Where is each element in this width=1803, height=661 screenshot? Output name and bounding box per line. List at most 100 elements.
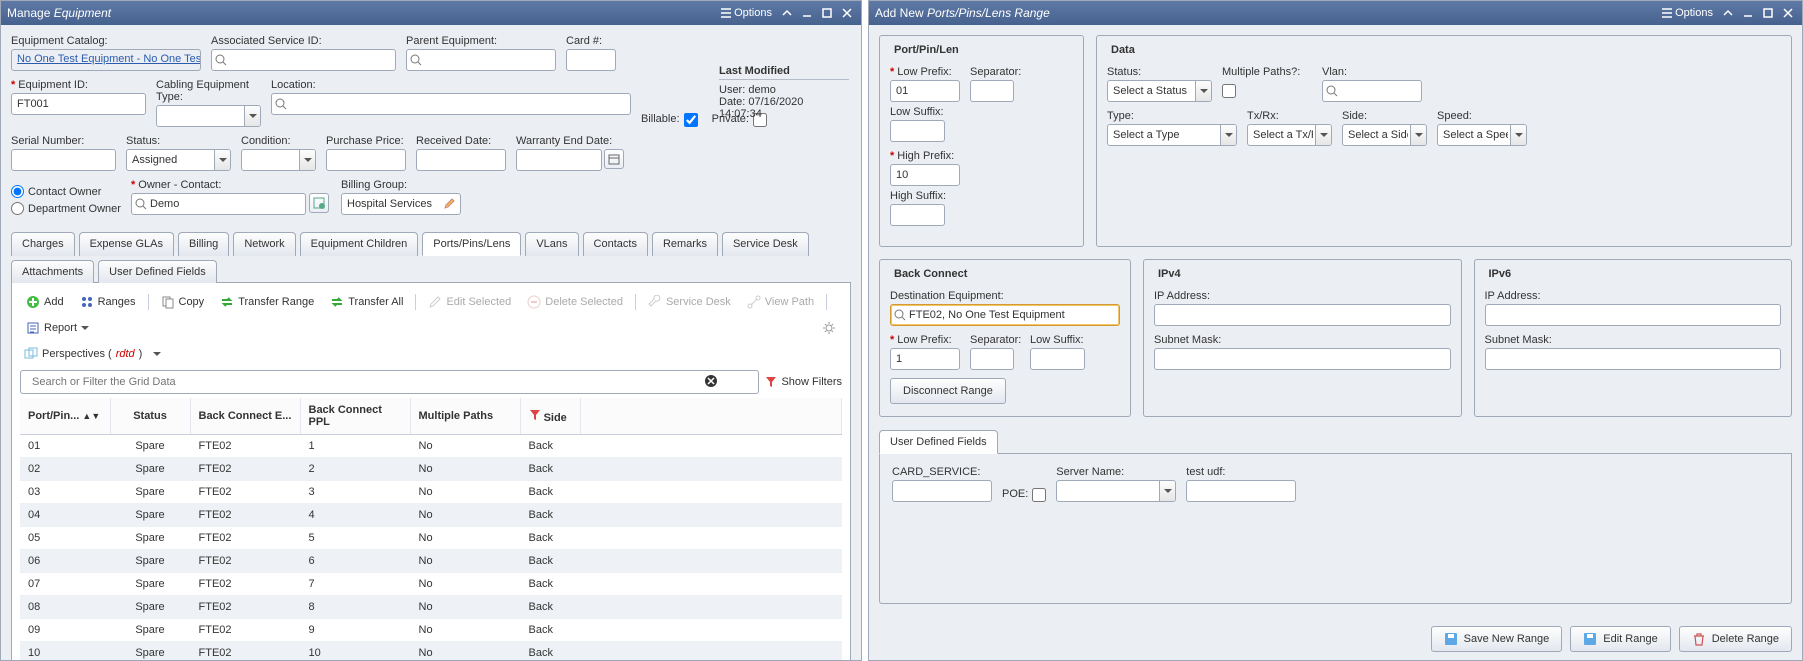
received-date-input[interactable] — [416, 149, 506, 171]
report-button[interactable]: Report — [22, 319, 93, 337]
serial-number-input[interactable] — [11, 149, 116, 171]
department-owner-radio[interactable] — [11, 202, 24, 215]
table-row[interactable]: 04SpareFTE024NoBack — [20, 504, 842, 527]
edit-range-button[interactable]: Edit Range — [1570, 626, 1670, 652]
grid-filter-input[interactable] — [27, 371, 734, 393]
disconnect-range-button[interactable]: Disconnect Range — [890, 378, 1006, 404]
delete-selected-button[interactable]: Delete Selected — [523, 293, 627, 311]
bc-low-prefix-input[interactable] — [890, 348, 960, 370]
associated-service-id-input[interactable] — [211, 49, 396, 71]
card-number-input[interactable] — [566, 49, 616, 71]
col-back-connect-eq[interactable]: Back Connect E... — [190, 398, 300, 435]
tab-service-desk[interactable]: Service Desk — [722, 232, 809, 256]
perspectives-button[interactable]: Perspectives (rdtd) — [20, 345, 165, 363]
low-suffix-input[interactable] — [890, 120, 945, 142]
col-side[interactable]: Side — [520, 398, 580, 435]
tab-network[interactable]: Network — [233, 232, 295, 256]
chevron-down-icon[interactable] — [299, 150, 315, 170]
col-back-connect-ppl[interactable]: Back Connect PPL — [300, 398, 410, 435]
equipment-catalog-link[interactable]: No One Test Equipment - No One Test Equ.… — [11, 49, 201, 71]
bc-separator-input[interactable] — [970, 348, 1014, 370]
col-port-pin[interactable]: Port/Pin... ▲▼ — [20, 398, 110, 435]
tab-equipment-children[interactable]: Equipment Children — [300, 232, 419, 256]
tab-contacts[interactable]: Contacts — [583, 232, 648, 256]
tab-vlans[interactable]: VLans — [525, 232, 578, 256]
test-udf-input[interactable] — [1186, 480, 1296, 502]
transfer-range-button[interactable]: Transfer Range — [216, 293, 318, 311]
table-row[interactable]: 05SpareFTE025NoBack — [20, 527, 842, 550]
options-dropdown[interactable]: Options — [718, 5, 775, 21]
minimize-button[interactable] — [1740, 6, 1756, 20]
chevron-down-icon[interactable] — [1220, 125, 1236, 145]
add-button[interactable]: Add — [22, 293, 68, 311]
parent-equipment-input[interactable] — [406, 49, 556, 71]
multiple-paths-checkbox[interactable] — [1222, 84, 1236, 98]
ipv6-subnet-input[interactable] — [1485, 348, 1782, 370]
table-row[interactable]: 09SpareFTE029NoBack — [20, 619, 842, 642]
col-multiple-paths[interactable]: Multiple Paths — [410, 398, 520, 435]
tab-user-defined-fields[interactable]: User Defined Fields — [879, 430, 998, 454]
warranty-end-date-input[interactable] — [516, 149, 602, 171]
owner-action-button[interactable] — [309, 193, 329, 213]
grid-settings-button[interactable] — [818, 319, 840, 337]
high-prefix-input[interactable] — [890, 164, 960, 186]
col-status[interactable]: Status — [110, 398, 190, 435]
owner-contact-input[interactable] — [131, 193, 306, 215]
close-button[interactable] — [839, 6, 855, 20]
type-select[interactable] — [1107, 124, 1237, 146]
view-path-button[interactable]: View Path — [743, 293, 818, 311]
options-dropdown[interactable]: Options — [1659, 5, 1716, 21]
server-name-select[interactable] — [1056, 480, 1176, 502]
separator-input[interactable] — [970, 80, 1014, 102]
ipv4-ip-input[interactable] — [1154, 304, 1451, 326]
tab-expense-glas[interactable]: Expense GLAs — [79, 232, 174, 256]
tab-billing[interactable]: Billing — [178, 232, 229, 256]
tab-user-defined-fields[interactable]: User Defined Fields — [98, 260, 217, 283]
service-desk-button[interactable]: Service Desk — [644, 293, 735, 311]
ranges-button[interactable]: Ranges — [76, 293, 140, 311]
collapse-button[interactable] — [1720, 6, 1736, 20]
maximize-button[interactable] — [1760, 6, 1776, 20]
close-button[interactable] — [1780, 6, 1796, 20]
chevron-down-icon[interactable] — [1510, 125, 1526, 145]
minimize-button[interactable] — [799, 6, 815, 20]
chevron-down-icon[interactable] — [1410, 125, 1426, 145]
table-row[interactable]: 03SpareFTE023NoBack — [20, 481, 842, 504]
edit-selected-button[interactable]: Edit Selected — [424, 293, 515, 311]
calendar-icon[interactable] — [604, 149, 624, 169]
chevron-down-icon[interactable] — [1315, 125, 1331, 145]
bc-low-suffix-input[interactable] — [1030, 348, 1085, 370]
high-suffix-input[interactable] — [890, 204, 945, 226]
table-row[interactable]: 06SpareFTE026NoBack — [20, 550, 842, 573]
low-prefix-input[interactable] — [890, 80, 960, 102]
card-service-input[interactable] — [892, 480, 992, 502]
table-row[interactable]: 07SpareFTE027NoBack — [20, 573, 842, 596]
tab-attachments[interactable]: Attachments — [11, 260, 94, 283]
dest-equipment-input[interactable] — [890, 304, 1120, 326]
tab-charges[interactable]: Charges — [11, 232, 75, 256]
pencil-icon[interactable] — [443, 198, 455, 210]
location-input[interactable] — [271, 93, 631, 115]
delete-range-button[interactable]: Delete Range — [1679, 626, 1792, 652]
tab-ports-pins-lens[interactable]: Ports/Pins/Lens — [422, 232, 521, 256]
billable-checkbox[interactable] — [684, 113, 698, 127]
equipment-id-input[interactable] — [11, 93, 146, 115]
clear-filter-button[interactable] — [704, 374, 718, 391]
table-row[interactable]: 08SpareFTE028NoBack — [20, 596, 842, 619]
ipv4-subnet-input[interactable] — [1154, 348, 1451, 370]
chevron-down-icon[interactable] — [214, 150, 230, 170]
table-row[interactable]: 10SpareFTE0210NoBack — [20, 642, 842, 661]
tab-remarks[interactable]: Remarks — [652, 232, 718, 256]
purchase-price-input[interactable] — [326, 149, 406, 171]
ipv6-ip-input[interactable] — [1485, 304, 1782, 326]
table-row[interactable]: 01SpareFTE021NoBack — [20, 435, 842, 458]
poe-checkbox[interactable] — [1032, 488, 1046, 502]
chevron-down-icon[interactable] — [244, 106, 260, 126]
save-new-range-button[interactable]: Save New Range — [1431, 626, 1563, 652]
transfer-all-button[interactable]: Transfer All — [326, 293, 407, 311]
maximize-button[interactable] — [819, 6, 835, 20]
collapse-button[interactable] — [779, 6, 795, 20]
table-row[interactable]: 02SpareFTE022NoBack — [20, 458, 842, 481]
contact-owner-radio[interactable] — [11, 185, 24, 198]
chevron-down-icon[interactable] — [1195, 81, 1211, 101]
